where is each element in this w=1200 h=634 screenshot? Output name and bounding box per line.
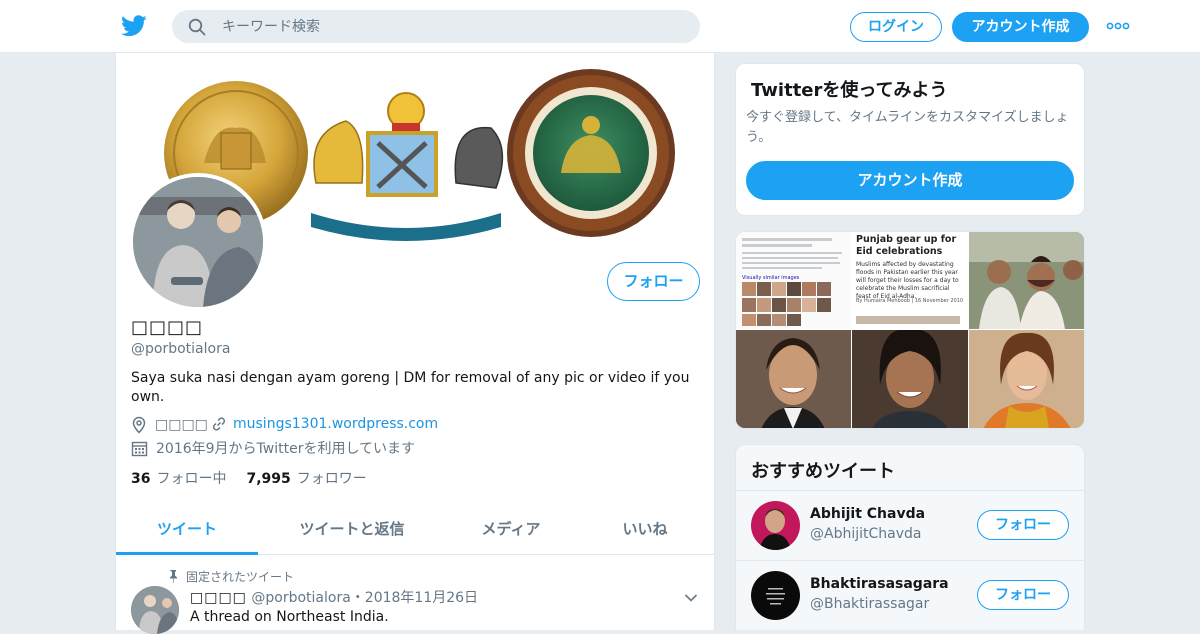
tweet-text: A thread on Northeast India. [190, 609, 389, 625]
profile-stats: 36 フォロー中 7,995 フォロワー [131, 468, 367, 488]
svg-text:यतो धर्मः ततो जयः: यतो धर्मः ततो जयः [369, 214, 443, 227]
follow-button[interactable]: フォロー [977, 580, 1069, 610]
following-count: 36 [131, 471, 151, 487]
profile-website: musings1301.wordpress.com [211, 416, 438, 432]
media-tile-6[interactable] [969, 330, 1084, 428]
media-tile-5-image [852, 330, 968, 428]
media-tile-4[interactable] [736, 330, 851, 428]
media-tile-2-headline: Punjab gear up for Eid celebrations [856, 234, 957, 257]
recommended-card: おすすめツイート Abhijit Chavda @AbhijitChavda フ… [735, 444, 1085, 630]
tab-likes[interactable]: いいね [576, 505, 714, 555]
recommended-avatar[interactable] [751, 571, 800, 620]
profile-display-name: □□□□ [131, 317, 204, 338]
more-dots-icon[interactable] [1106, 18, 1130, 34]
followers-stat[interactable]: 7,995 フォロワー [246, 468, 366, 488]
search-box[interactable] [172, 10, 700, 43]
search-input[interactable] [222, 10, 682, 43]
profile-column: यतो धर्मः ततो जयः フォロー □□□□ @porbotialor… [115, 53, 715, 634]
media-tile-3[interactable] [969, 232, 1084, 329]
signup-card-title: Twitterを使ってみよう [751, 80, 948, 101]
profile-handle: @porbotialora [131, 341, 231, 357]
calendar-icon [131, 441, 148, 456]
location-pin-icon [132, 416, 146, 434]
tweet-avatar-illustration [131, 586, 179, 634]
signup-card-description: 今すぐ登録して、タイムラインをカスタマイズしましょう。 [746, 110, 1069, 145]
profile-bio: Saya suka nasi dengan ayam goreng | DM f… [131, 370, 690, 405]
media-tile-4-image [736, 330, 851, 428]
recommended-avatar[interactable] [751, 501, 800, 550]
tweet-separator: ・ [350, 590, 365, 606]
joined-text: 2016年9月からTwitterを利用しています [156, 441, 416, 457]
recommended-account[interactable]: Abhijit Chavda @AbhijitChavda フォロー [736, 490, 1084, 560]
following-stat[interactable]: 36 フォロー中 [131, 468, 226, 488]
chevron-down-icon[interactable] [684, 593, 698, 603]
recommended-title: おすすめツイート [751, 461, 895, 482]
top-navigation-bar: ログイン アカウント作成 [0, 0, 1200, 53]
follow-button[interactable]: フォロー [977, 510, 1069, 540]
media-tile-3-image [969, 232, 1084, 329]
tweet-author-name[interactable]: □□□□ [190, 590, 247, 606]
location-text: □□□□ [155, 417, 208, 433]
tab-tweets[interactable]: ツイート [116, 505, 258, 555]
media-tile-1-image: Visually similar images [736, 232, 851, 329]
recommended-handle: @AbhijitChavda [810, 526, 922, 542]
media-tile-5[interactable] [852, 330, 968, 428]
profile-location: □□□□ [131, 416, 208, 434]
recommended-account[interactable]: Bhaktirasasagara @Bhaktirassagar フォロー [736, 560, 1084, 630]
profile-tabs: ツイート ツイートと返信 メディア いいね [116, 505, 714, 555]
twitter-bird-icon[interactable] [121, 14, 147, 38]
profile-avatar[interactable] [129, 173, 267, 311]
recommended-avatar-1-image [751, 501, 800, 550]
profile-joined: 2016年9月からTwitterを利用しています [131, 438, 415, 458]
followers-count: 7,995 [246, 471, 291, 487]
pinned-label-text: 固定されたツイート [186, 570, 295, 584]
media-tile-1[interactable]: Visually similar images [736, 232, 851, 329]
signup-button[interactable]: アカウント作成 [952, 12, 1089, 42]
media-grid: Visually similar images Punjab gear up f… [735, 231, 1085, 429]
search-icon [188, 18, 206, 36]
login-button[interactable]: ログイン [850, 12, 942, 42]
pinned-tweet[interactable]: 固定されたツイート □□□□ @porbotialora・2018年11月26日… [116, 556, 714, 634]
recommended-name[interactable]: Abhijit Chavda [810, 506, 925, 522]
tweet-author-handle[interactable]: @porbotialora [251, 590, 350, 606]
tab-media[interactable]: メディア [446, 505, 576, 555]
pinned-label: 固定されたツイート [168, 568, 294, 585]
pin-icon [170, 570, 177, 583]
tweet-date[interactable]: 2018年11月26日 [365, 590, 478, 606]
tweet-author-avatar[interactable] [131, 586, 179, 634]
media-tile-1-caption: Visually similar images [742, 275, 800, 281]
media-tile-2[interactable]: Punjab gear up for Eid celebrations Musl… [852, 232, 968, 329]
signup-card: Twitterを使ってみよう 今すぐ登録して、タイムラインをカスタマイズしましょ… [735, 63, 1085, 216]
link-icon [212, 417, 226, 431]
website-link[interactable]: musings1301.wordpress.com [233, 416, 438, 432]
media-tile-2-byline: By Humaira Mehboob | 16 November 2010 [856, 298, 964, 304]
avatar-illustration [133, 177, 263, 307]
tab-tweets-and-replies[interactable]: ツイートと返信 [258, 505, 446, 555]
tweet-header: □□□□ @porbotialora・2018年11月26日 [190, 587, 478, 607]
signup-card-button[interactable]: アカウント作成 [746, 161, 1074, 200]
follow-button[interactable]: フォロー [607, 262, 700, 301]
following-label: フォロー中 [156, 471, 227, 487]
recommended-avatar-2-image [751, 571, 800, 620]
followers-label: フォロワー [296, 471, 367, 487]
recommended-handle: @Bhaktirassagar [810, 596, 930, 612]
media-tile-6-image [969, 330, 1084, 428]
media-tile-2-body: Muslims affected by devastating floods i… [856, 261, 959, 300]
recommended-name[interactable]: Bhaktirasasagara [810, 576, 949, 592]
